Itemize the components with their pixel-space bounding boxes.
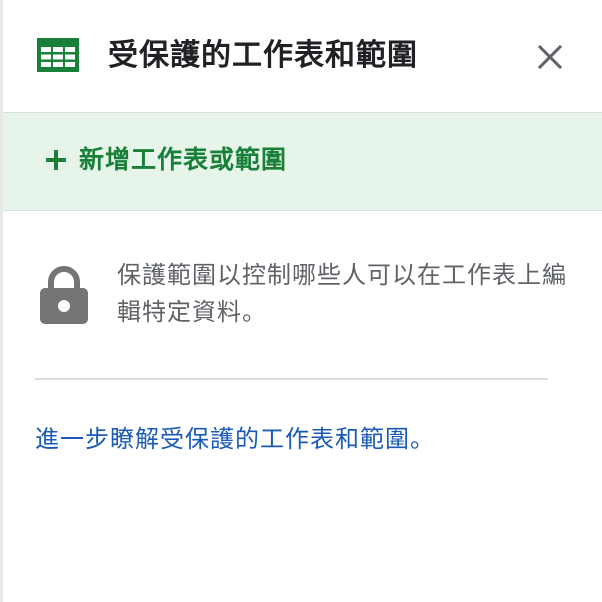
add-sheet-or-range-button[interactable]: 新增工作表或範圍	[3, 113, 602, 211]
sheets-icon	[37, 38, 79, 72]
protected-ranges-panel: 受保護的工作表和範圍 新增工作表或範圍 保護範圍以控制哪些人可以在工作表上編輯特…	[0, 0, 602, 602]
plus-icon	[46, 150, 66, 170]
panel-title: 受保護的工作表和範圍	[108, 38, 418, 73]
panel-header: 受保護的工作表和範圍	[3, 0, 602, 113]
learn-more-link[interactable]: 進一步瞭解受保護的工作表和範圍。	[35, 421, 435, 457]
protection-info: 保護範圍以控制哪些人可以在工作表上編輯特定資料。	[3, 211, 602, 379]
close-icon[interactable]	[535, 42, 565, 72]
protection-description: 保護範圍以控制哪些人可以在工作表上編輯特定資料。	[117, 261, 567, 326]
divider	[35, 378, 548, 380]
lock-icon	[40, 266, 88, 324]
add-sheet-or-range-label: 新增工作表或範圍	[79, 145, 288, 174]
